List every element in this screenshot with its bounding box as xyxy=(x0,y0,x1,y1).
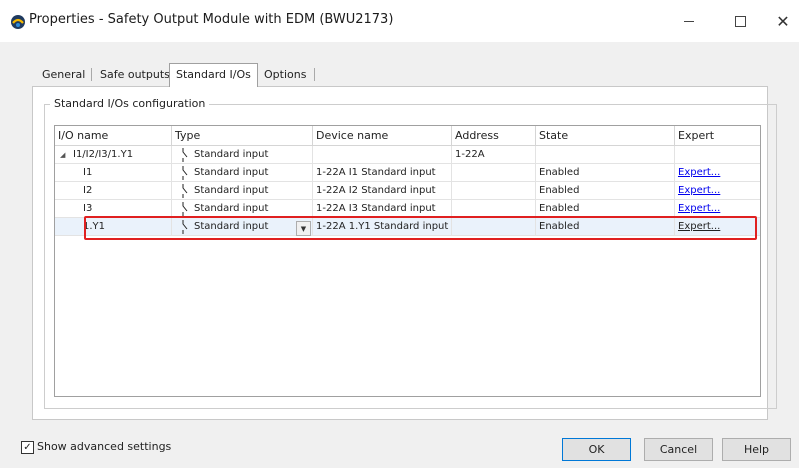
title-bar: Properties - Safety Output Module with E… xyxy=(0,0,799,42)
column-header-device-name[interactable]: Device name xyxy=(313,126,452,145)
grid-header: I/O name Type Device name Address State … xyxy=(55,126,760,146)
column-header-expert[interactable]: Expert xyxy=(675,126,760,145)
address-cell xyxy=(452,164,536,182)
address-cell: 1-22A xyxy=(452,146,536,164)
device-name-cell[interactable]: 1-22A I1 Standard input xyxy=(313,164,452,182)
cancel-button[interactable]: Cancel xyxy=(644,438,713,461)
maximize-icon xyxy=(734,15,746,27)
device-name-cell[interactable] xyxy=(313,146,452,164)
table-row[interactable]: I1 Standard input 1-22A I1 Standard inpu… xyxy=(55,164,760,182)
address-cell xyxy=(452,182,536,200)
column-header-address[interactable]: Address xyxy=(452,126,536,145)
input-contact-icon xyxy=(182,184,188,198)
minimize-button[interactable] xyxy=(666,0,712,42)
input-contact-icon xyxy=(182,166,188,180)
io-name-cell: ◢ I1/I2/I3/1.Y1 xyxy=(55,146,172,164)
help-button[interactable]: Help xyxy=(722,438,791,461)
io-name-cell: I2 xyxy=(55,182,172,200)
minimize-icon xyxy=(684,20,694,22)
maximize-button[interactable] xyxy=(717,0,763,42)
type-cell[interactable]: Standard input xyxy=(172,164,313,182)
input-contact-icon xyxy=(182,148,188,162)
app-icon xyxy=(11,15,25,29)
highlight-box xyxy=(84,216,757,240)
state-cell: Enabled xyxy=(536,182,675,200)
close-icon: ✕ xyxy=(776,11,790,31)
tab-safe-outputs[interactable]: Safe outputs xyxy=(94,64,176,85)
tab-separator xyxy=(91,68,92,81)
show-advanced-label[interactable]: Show advanced settings xyxy=(37,440,171,453)
type-cell[interactable]: Standard input xyxy=(172,146,313,164)
device-name-cell[interactable]: 1-22A I2 Standard input xyxy=(313,182,452,200)
collapse-arrow-icon[interactable]: ◢ xyxy=(60,146,65,163)
groupbox-label: Standard I/Os configuration xyxy=(50,97,210,110)
table-row[interactable]: I2 Standard input 1-22A I2 Standard inpu… xyxy=(55,182,760,200)
window-title: Properties - Safety Output Module with E… xyxy=(29,12,394,27)
expert-link[interactable]: Expert... xyxy=(675,167,720,178)
tab-standard-ios[interactable]: Standard I/Os xyxy=(169,63,258,87)
checkmark-icon: ✓ xyxy=(23,442,32,453)
tab-general[interactable]: General xyxy=(36,64,91,85)
expert-cell: Expert... xyxy=(675,182,760,200)
tab-options[interactable]: Options xyxy=(258,64,312,85)
column-header-io-name[interactable]: I/O name xyxy=(55,126,172,145)
close-button[interactable]: ✕ xyxy=(760,0,799,42)
type-cell[interactable]: Standard input xyxy=(172,182,313,200)
show-advanced-checkbox[interactable]: ✓ xyxy=(21,441,34,454)
state-cell: Enabled xyxy=(536,164,675,182)
expert-link[interactable]: Expert... xyxy=(675,185,720,196)
column-header-state[interactable]: State xyxy=(536,126,675,145)
state-cell xyxy=(536,146,675,164)
input-contact-icon xyxy=(182,202,188,216)
table-row[interactable]: ◢ I1/I2/I3/1.Y1 Standard input 1-22A xyxy=(55,146,760,164)
column-header-type[interactable]: Type xyxy=(172,126,313,145)
expert-link[interactable]: Expert... xyxy=(675,203,720,214)
tab-separator xyxy=(314,68,315,81)
expert-cell: Expert... xyxy=(675,164,760,182)
ok-button[interactable]: OK xyxy=(562,438,631,461)
io-name-cell: I1 xyxy=(55,164,172,182)
expert-cell xyxy=(675,146,760,164)
